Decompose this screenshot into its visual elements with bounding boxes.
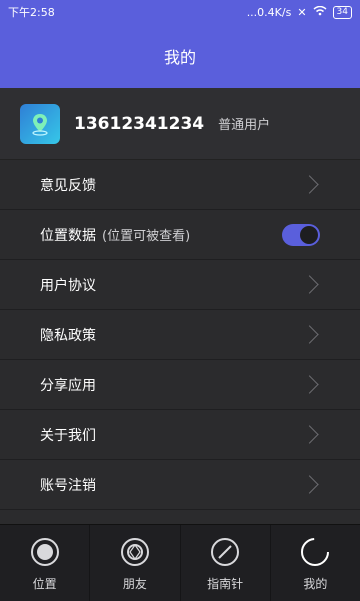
tab-location[interactable]: 位置 [0,525,91,601]
chevron-right-icon [300,475,319,494]
location-data-label: 位置数据 [40,227,96,244]
menu-item-label: 账号注销 [40,477,96,494]
app-logo-icon [20,103,60,144]
user-role: 普通用户 [218,118,271,133]
profile-ring-icon [298,535,332,569]
chevron-right-icon [300,325,319,344]
toggle-knob [300,225,318,244]
battery-icon: 34 [332,5,352,19]
menu-item-share-app[interactable]: 分享应用 [0,360,360,410]
user-phone: 13612341234 [74,113,205,134]
menu-item-privacy-policy[interactable]: 隐私政策 [0,310,360,360]
menu-item-delete-account[interactable]: 账号注销 [0,460,360,510]
status-time: 下午2:58 [8,6,55,19]
status-right: ...0.4K/s ✕ 34 [246,5,352,19]
tab-label: 位置 [32,576,57,591]
menu-item-label: 位置数据 (位置可被查看) [40,225,282,245]
chevron-right-icon [300,175,319,194]
page-title: 我的 [163,48,196,67]
record-icon [28,535,62,569]
tab-label: 朋友 [122,576,147,591]
status-bar: 下午2:58 ...0.4K/s ✕ 34 [0,0,360,24]
sim-icon: ✕ [297,5,307,19]
compass-icon [208,535,242,569]
menu-item-label: 分享应用 [40,377,96,394]
tab-label: 我的 [303,576,328,591]
chevron-right-icon [300,275,319,294]
chevron-right-icon [300,375,319,394]
tab-profile[interactable]: 我的 [271,525,360,601]
menu-item-about-us[interactable]: 关于我们 [0,410,360,460]
settings-menu: 意见反馈 位置数据 (位置可被查看) 用户协议 隐私政策 分享应用 关于我们 账号… [0,160,360,524]
tab-label: 指南针 [207,576,244,591]
tab-friends[interactable]: 朋友 [90,525,181,601]
aperture-icon [118,535,152,569]
menu-item-feedback[interactable]: 意见反馈 [0,160,360,210]
network-speed: ...0.4K/s [246,5,292,19]
menu-item-user-agreement[interactable]: 用户协议 [0,260,360,310]
menu-item-label: 隐私政策 [40,327,96,344]
menu-item-label: 关于我们 [40,427,96,444]
location-toggle[interactable] [282,223,320,246]
menu-item-label: 用户协议 [40,277,96,294]
tab-compass[interactable]: 指南针 [181,525,271,601]
bottom-tab-bar: 位置 朋友 指南针 我的 [0,524,360,601]
menu-item-label: 意见反馈 [40,177,96,194]
location-data-sub: (位置可被查看) [102,228,191,244]
profile-card[interactable]: 13612341234 普通用户 [0,88,360,160]
wifi-icon [313,5,327,19]
menu-item-location-data: 位置数据 (位置可被查看) [0,210,360,260]
page-header: 我的 [0,24,360,88]
chevron-right-icon [300,425,319,444]
